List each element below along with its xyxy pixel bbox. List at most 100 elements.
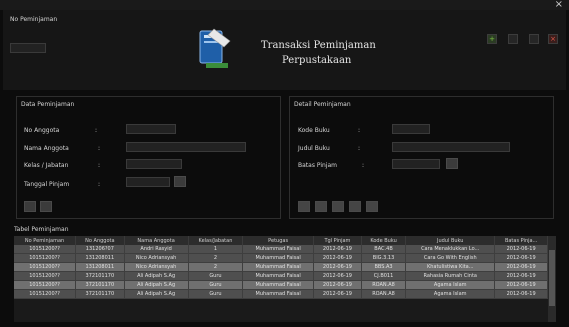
page-title: Transaksi Peminjaman xyxy=(261,40,376,51)
column-header[interactable]: Judul Buku xyxy=(405,236,496,245)
judul-buku-sep: : xyxy=(358,145,361,152)
table-cell: 131206?07 xyxy=(75,245,125,254)
judul-buku-label: Judul Buku xyxy=(298,145,330,152)
column-header[interactable]: No Peminjaman xyxy=(14,236,77,245)
table-cell: 10151200?? xyxy=(14,245,77,254)
peminjam-action-button-2[interactable] xyxy=(40,201,52,212)
table-cell: Muhammad Faisal xyxy=(242,253,314,263)
table-cell: 1 xyxy=(188,245,244,254)
table-cell: 2012-06-19 xyxy=(494,245,548,254)
column-header[interactable]: Batas Pinja... xyxy=(494,236,548,245)
column-header[interactable]: Kode Buku xyxy=(361,236,407,245)
detail-action-button-2[interactable] xyxy=(315,201,327,212)
table-cell: Muhammad Faisal xyxy=(242,245,314,254)
column-header[interactable]: No Anggota xyxy=(75,236,125,245)
detail-action-button-5[interactable] xyxy=(366,201,378,212)
table-cell: Agama Islam xyxy=(405,280,496,290)
table-cell: Cara Go With English xyxy=(405,253,496,263)
table-cell: 2012-06-19 xyxy=(313,289,362,299)
kode-buku-sep: : xyxy=(358,127,361,134)
data-peminjaman-group xyxy=(16,96,281,219)
table-cell: 2012-06-19 xyxy=(313,262,362,272)
table-cell: BBS.A3 xyxy=(361,262,407,272)
no-anggota-sep: : xyxy=(95,127,98,134)
batas-pinjam-sep: : xyxy=(362,162,365,169)
tanggal-pinjam-field[interactable] xyxy=(126,177,170,187)
table-cell: 2012-06-19 xyxy=(313,271,362,281)
table-scrollbar[interactable] xyxy=(548,236,556,322)
detail-action-button-4[interactable] xyxy=(349,201,361,212)
table-cell: Guru xyxy=(188,271,244,281)
add-button[interactable]: + xyxy=(487,34,497,44)
page-subtitle: Perpustakaan xyxy=(282,55,352,66)
table-cell: Agama Islam xyxy=(405,289,496,299)
table-cell: 2012-06-19 xyxy=(494,271,548,281)
calendar-button[interactable] xyxy=(174,176,186,187)
table-row[interactable]: 10151200?? 372101170 Ali Adipah S.Ag Gur… xyxy=(14,271,548,281)
data-peminjaman-title: Data Peminjaman xyxy=(21,101,75,108)
kelas-jabatan-sep: : xyxy=(98,162,101,169)
table-cell: 2012-06-19 xyxy=(313,280,362,290)
no-anggota-field[interactable] xyxy=(126,124,176,134)
column-header[interactable]: Nama Anggota xyxy=(124,236,189,245)
column-header[interactable]: Tgl Pinjam xyxy=(313,236,362,245)
detail-action-button-3[interactable] xyxy=(332,201,344,212)
table-row[interactable]: 10151200?? 131208011 Nico Adriansyah 2 M… xyxy=(14,253,548,263)
kelas-jabatan-label: Kelas / Jabatan xyxy=(24,162,69,169)
table-cell: 131208011 xyxy=(75,253,125,263)
detail-peminjaman-group xyxy=(289,96,554,219)
delete-button[interactable]: × xyxy=(548,34,558,44)
table-cell: 10151200?? xyxy=(14,262,77,272)
kelas-jabatan-field[interactable] xyxy=(126,159,182,169)
table-cell: 131208011 xyxy=(75,262,125,272)
table-row[interactable]: 10151200?? 131208011 Nico Adriansyah 2 M… xyxy=(14,262,548,272)
judul-buku-field[interactable] xyxy=(392,142,510,152)
table-cell: Guru xyxy=(188,289,244,299)
table-container: No Peminjaman No Anggota Nama Anggota Ke… xyxy=(14,236,556,322)
table-cell: 2 xyxy=(188,262,244,272)
edit-button[interactable] xyxy=(508,34,518,44)
batas-pinjam-field[interactable] xyxy=(392,159,440,169)
table-cell: 372101170 xyxy=(75,289,125,299)
delete-icon: × xyxy=(550,34,556,43)
table-cell: 2012-06-19 xyxy=(313,253,362,263)
save-button[interactable] xyxy=(529,34,539,44)
detail-peminjaman-title: Detail Peminjaman xyxy=(294,101,351,108)
column-header[interactable]: Kelas/Jabatan xyxy=(188,236,244,245)
table-cell: ROAN.A8 xyxy=(361,280,407,290)
nama-anggota-field[interactable] xyxy=(126,142,246,152)
tanggal-pinjam-label: Tanggal Pinjam xyxy=(24,181,70,188)
peminjaman-table: No Peminjaman No Anggota Nama Anggota Ke… xyxy=(14,236,548,299)
table-cell: Nico Adriansyah xyxy=(124,253,189,263)
table-row[interactable]: 10151200?? 131206?07 Andri Rasyid 1 Muha… xyxy=(14,245,548,254)
column-header[interactable]: Petugas xyxy=(242,236,314,245)
table-cell: 2012-06-19 xyxy=(313,245,362,254)
kode-buku-field[interactable] xyxy=(392,124,430,134)
add-icon: + xyxy=(489,34,495,43)
batas-pinjam-calendar-button[interactable] xyxy=(446,158,458,169)
table-cell: 10151200?? xyxy=(14,253,77,263)
table-cell: 2012-06-19 xyxy=(494,289,548,299)
table-cell: 372101170 xyxy=(75,280,125,290)
tanggal-pinjam-sep: : xyxy=(98,181,101,188)
title-bar xyxy=(0,0,569,10)
peminjam-action-button-1[interactable] xyxy=(24,201,36,212)
table-title: Tabel Peminjaman xyxy=(14,226,69,233)
scrollbar-thumb[interactable] xyxy=(549,250,555,306)
table-row[interactable]: 10151200?? 372101170 Ali Adipah S.Ag Gur… xyxy=(14,289,548,299)
table-cell: Muhammad Faisal xyxy=(242,280,314,290)
table-cell: Khatulistiwa Kita... xyxy=(405,262,496,272)
batas-pinjam-label: Batas Pinjam xyxy=(298,162,337,169)
table-cell: 2012-06-19 xyxy=(494,262,548,272)
table-cell: 10151200?? xyxy=(14,289,77,299)
table-cell: BAC.4B xyxy=(361,245,407,254)
books-icon xyxy=(196,27,234,71)
nama-anggota-label: Nama Anggota xyxy=(24,145,69,152)
table-cell: Muhammad Faisal xyxy=(242,271,314,281)
table-cell: Ali Adipah S.Ag xyxy=(124,289,189,299)
table-row[interactable]: 10151200?? 372101170 Ali Adipah S.Ag Gur… xyxy=(14,280,548,290)
window-close-button[interactable]: × xyxy=(555,0,563,10)
table-cell: 2012-06-19 xyxy=(494,253,548,263)
detail-action-button-1[interactable] xyxy=(298,201,310,212)
no-peminjaman-field[interactable] xyxy=(10,43,46,53)
